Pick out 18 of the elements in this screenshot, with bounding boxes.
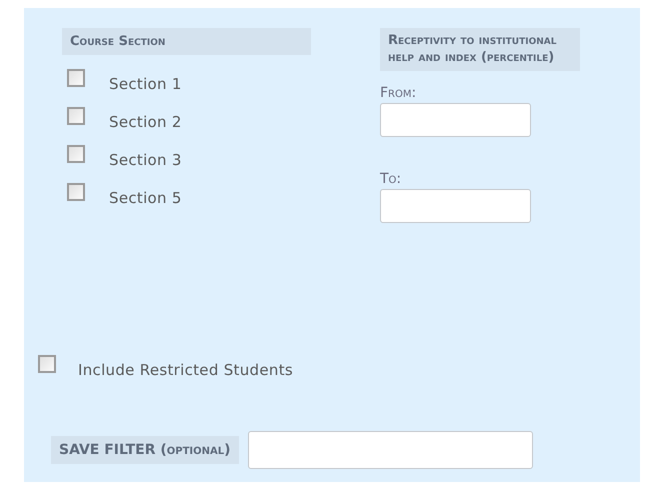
field-label: SAVE FILTER (optional): [51, 436, 239, 464]
section-heading: Course Section: [62, 28, 311, 55]
checkbox-label: Section 5: [109, 189, 182, 207]
field-label: From:: [380, 85, 418, 101]
checkbox-label: Section 3: [109, 151, 182, 169]
checkbox-label: Section 2: [109, 113, 182, 131]
checkbox[interactable]: [67, 107, 85, 125]
input-field[interactable]: [380, 189, 531, 223]
checkbox-label: Section 1: [109, 75, 182, 93]
checkbox[interactable]: [67, 145, 85, 163]
field-label: To:: [380, 171, 402, 187]
section-heading: Receptivity to institutional help and index (percentile): [380, 28, 580, 71]
checkbox-label: Include Restricted Students: [78, 361, 293, 379]
checkbox[interactable]: [38, 355, 56, 373]
checkbox[interactable]: [67, 69, 85, 87]
input-field[interactable]: [380, 103, 531, 137]
input-field[interactable]: [248, 431, 533, 469]
checkbox[interactable]: [67, 183, 85, 201]
